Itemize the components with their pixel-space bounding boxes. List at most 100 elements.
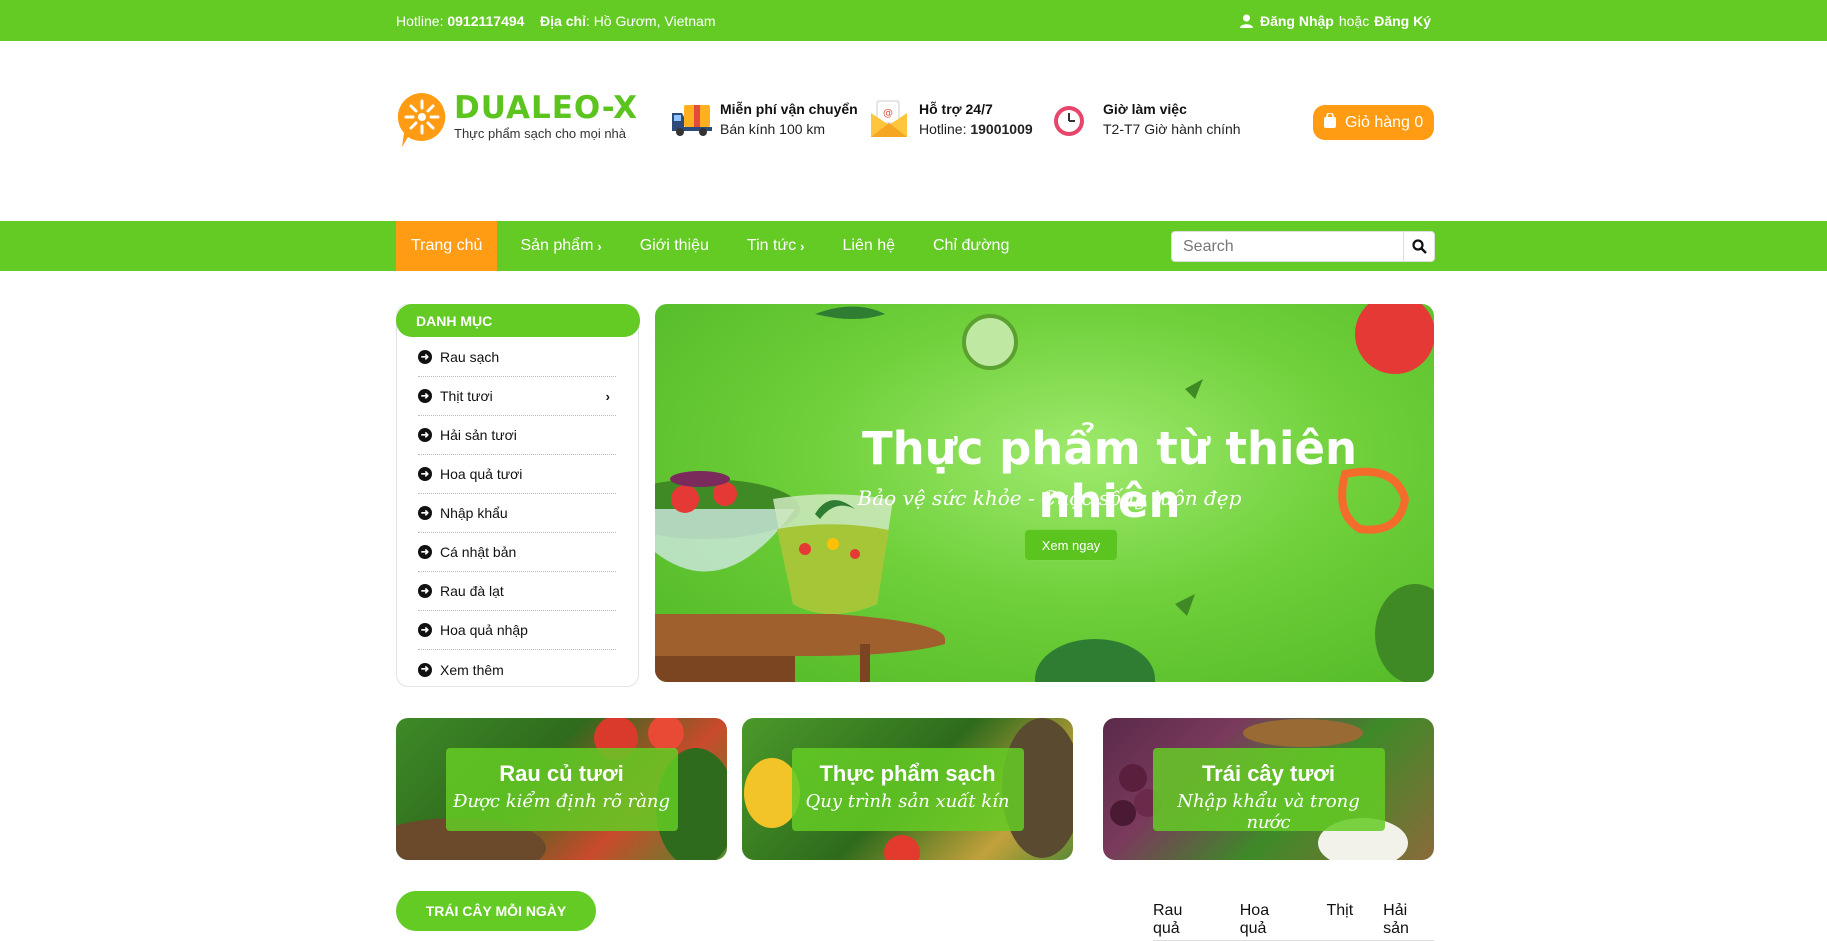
address-label: Địa chỉ	[540, 13, 586, 29]
category-item[interactable]: ➜ Xem thêm	[418, 650, 616, 689]
category-item[interactable]: ➜ Nhập khẩu	[418, 494, 616, 533]
svg-text:@: @	[883, 108, 893, 119]
view-now-button[interactable]: Xem ngay	[1024, 529, 1118, 561]
login-link[interactable]: Đăng Nhập	[1260, 13, 1334, 29]
category-item[interactable]: ➜ Rau sạch	[418, 338, 616, 377]
brand-tagline: Thực phẩm sạch cho mọi nhà	[454, 126, 627, 141]
logo-icon	[396, 91, 448, 149]
tab-fruits[interactable]: Hoa quả	[1240, 902, 1297, 938]
category-item[interactable]: ➜ Thịt tươi ›	[418, 377, 616, 416]
tab-seafood[interactable]: Hải sản	[1383, 902, 1434, 938]
nav-item-home[interactable]: Trang chủ	[396, 221, 498, 271]
feature-shipping-text: Bán kính 100 km	[720, 121, 826, 137]
category-item[interactable]: ➜ Hải sản tươi	[418, 416, 616, 455]
feature-shipping-title: Miễn phí vận chuyển	[720, 101, 858, 117]
arrow-circle-icon: ➜	[418, 584, 432, 598]
brand-name: DUALEO-X	[454, 90, 639, 126]
promo-title: Thực phẩm sạch	[819, 761, 996, 786]
hotline-number[interactable]: 0912117494	[447, 13, 524, 29]
section-title[interactable]: TRÁI CÂY MỖI NGÀY	[396, 891, 596, 931]
promo-vegetables[interactable]: Rau củ tươi Được kiểm định rõ ràng	[396, 718, 727, 860]
nav-item-about[interactable]: Giới thiệu	[625, 221, 724, 271]
search-input[interactable]	[1171, 231, 1404, 262]
cart-button[interactable]: Giỏ hàng 0	[1313, 105, 1434, 140]
sidebar-title: DANH MỤC	[396, 304, 640, 337]
category-item[interactable]: ➜ Hoa quả tươi	[418, 455, 616, 494]
category-label: Rau đà lạt	[440, 583, 504, 599]
category-item[interactable]: ➜ Rau đà lạt	[418, 572, 616, 611]
category-label: Thịt tươi	[440, 388, 493, 404]
user-icon	[1239, 14, 1253, 28]
logo[interactable]: DUALEO-X Thực phẩm sạch cho mọi nhà	[396, 91, 638, 149]
header: DUALEO-X Thực phẩm sạch cho mọi nhà Miễn…	[0, 41, 1827, 221]
banner-subtitle: Bảo vệ sức khỏe - Cuộc sống luôn đẹp	[857, 486, 1242, 510]
nav-label: Giới thiệu	[639, 237, 709, 254]
promo-clean-food[interactable]: Thực phẩm sạch Quy trình sản xuất kín	[742, 718, 1073, 860]
category-sidebar: DANH MỤC ➜ Rau sạch ➜ Thịt tươi › ➜ Hải sản …	[396, 304, 640, 689]
cart-count: 0	[1414, 113, 1424, 131]
feature-shipping: Miễn phí vận chuyển Bán kính 100 km	[670, 99, 858, 140]
promo-fruit[interactable]: Trái cây tươi Nhập khẩu và trong nước	[1103, 718, 1434, 860]
envelope-icon: @	[869, 99, 913, 139]
cart-label: Giỏ hàng	[1345, 113, 1410, 131]
category-label: Hoa quả tươi	[440, 466, 523, 482]
feature-support-text: Hotline: 19001009	[919, 119, 1033, 140]
nav-label: Sản phẩm	[520, 237, 594, 254]
search-form	[1171, 231, 1435, 262]
search-icon	[1411, 239, 1427, 254]
feature-support-title: Hỗ trợ 24/7	[919, 101, 993, 117]
feature-hours: Giờ làm việc T2-T7 Giờ hành chính	[1053, 99, 1241, 140]
nav-item-contact[interactable]: Liên hệ	[828, 221, 911, 271]
nav-item-directions[interactable]: Chỉ đường	[918, 221, 1024, 271]
shopping-bag-icon	[1323, 111, 1337, 133]
tab-vegetables[interactable]: Rau quả	[1153, 902, 1210, 938]
tab-meat[interactable]: Thịt	[1326, 902, 1353, 938]
account-links: Đăng Nhập hoặc Đăng Ký	[1239, 13, 1431, 29]
top-bar: Hotline: 0912117494 Địa chỉ: Hồ Gươm, Vi…	[0, 0, 1827, 41]
promo-title: Rau củ tươi	[499, 761, 624, 786]
feature-hours-title: Giờ làm việc	[1103, 101, 1187, 117]
promo-subtitle: Nhập khẩu và trong nước	[1177, 791, 1360, 833]
category-label: Xem thêm	[440, 661, 504, 678]
search-button[interactable]	[1404, 231, 1435, 262]
category-label: Hải sản tươi	[440, 427, 517, 443]
main-nav: Trang chủ Sản phẩm › Giới thiệu Tin tức › …	[0, 221, 1827, 271]
arrow-circle-icon: ➜	[418, 623, 432, 637]
clock-icon	[1053, 99, 1097, 139]
nav-item-products[interactable]: Sản phẩm ›	[505, 221, 616, 271]
nav-label: Chỉ đường	[933, 237, 1010, 254]
arrow-circle-icon: ➜	[418, 350, 432, 364]
arrow-circle-icon: ➜	[418, 545, 432, 559]
hero-banner[interactable]: Thực phẩm từ thiên nhiên Bảo vệ sức khỏe…	[655, 304, 1434, 682]
truck-icon	[670, 99, 714, 139]
product-tabs: Rau quả Hoa quả Thịt Hải sản	[1153, 902, 1434, 941]
arrow-circle-icon: ➜	[418, 389, 432, 403]
feature-hours-text: T2-T7 Giờ hành chính	[1103, 121, 1241, 137]
category-label: Nhập khẩu	[440, 505, 508, 521]
chevron-right-icon: ›	[605, 388, 610, 404]
register-link[interactable]: Đăng Ký	[1374, 13, 1431, 29]
category-item[interactable]: ➜ Cá nhật bản	[418, 533, 616, 572]
arrow-circle-icon: ➜	[418, 662, 432, 677]
category-item[interactable]: ➜ Hoa quả nhập	[418, 611, 616, 650]
chevron-right-icon: ›	[597, 238, 602, 254]
support-hotline-label: Hotline:	[919, 121, 971, 137]
banner-title: Thực phẩm từ thiên nhiên	[861, 422, 1358, 528]
nav-item-news[interactable]: Tin tức ›	[732, 221, 820, 271]
promo-title: Trái cây tươi	[1201, 761, 1336, 786]
arrow-circle-icon: ➜	[418, 506, 432, 520]
promo-subtitle: Được kiểm định rõ ràng	[452, 791, 671, 812]
category-label: Rau sạch	[440, 349, 500, 365]
nav-label: Tin tức	[746, 237, 797, 254]
address-value: : Hồ Gươm, Vietnam	[585, 13, 716, 29]
support-hotline-number: 19001009	[970, 121, 1033, 137]
promo-subtitle: Quy trình sản xuất kín	[805, 791, 1010, 812]
category-label: Hoa quả nhập	[440, 622, 528, 638]
chevron-right-icon: ›	[800, 238, 805, 254]
nav-label: Trang chủ	[411, 237, 483, 254]
arrow-circle-icon: ➜	[418, 467, 432, 481]
contact-info: Hotline: 0912117494 Địa chỉ: Hồ Gươm, Vi…	[396, 13, 715, 29]
arrow-circle-icon: ➜	[418, 428, 432, 442]
feature-support: @ Hỗ trợ 24/7 Hotline: 19001009	[869, 99, 1033, 140]
nav-label: Liên hệ	[842, 237, 896, 254]
